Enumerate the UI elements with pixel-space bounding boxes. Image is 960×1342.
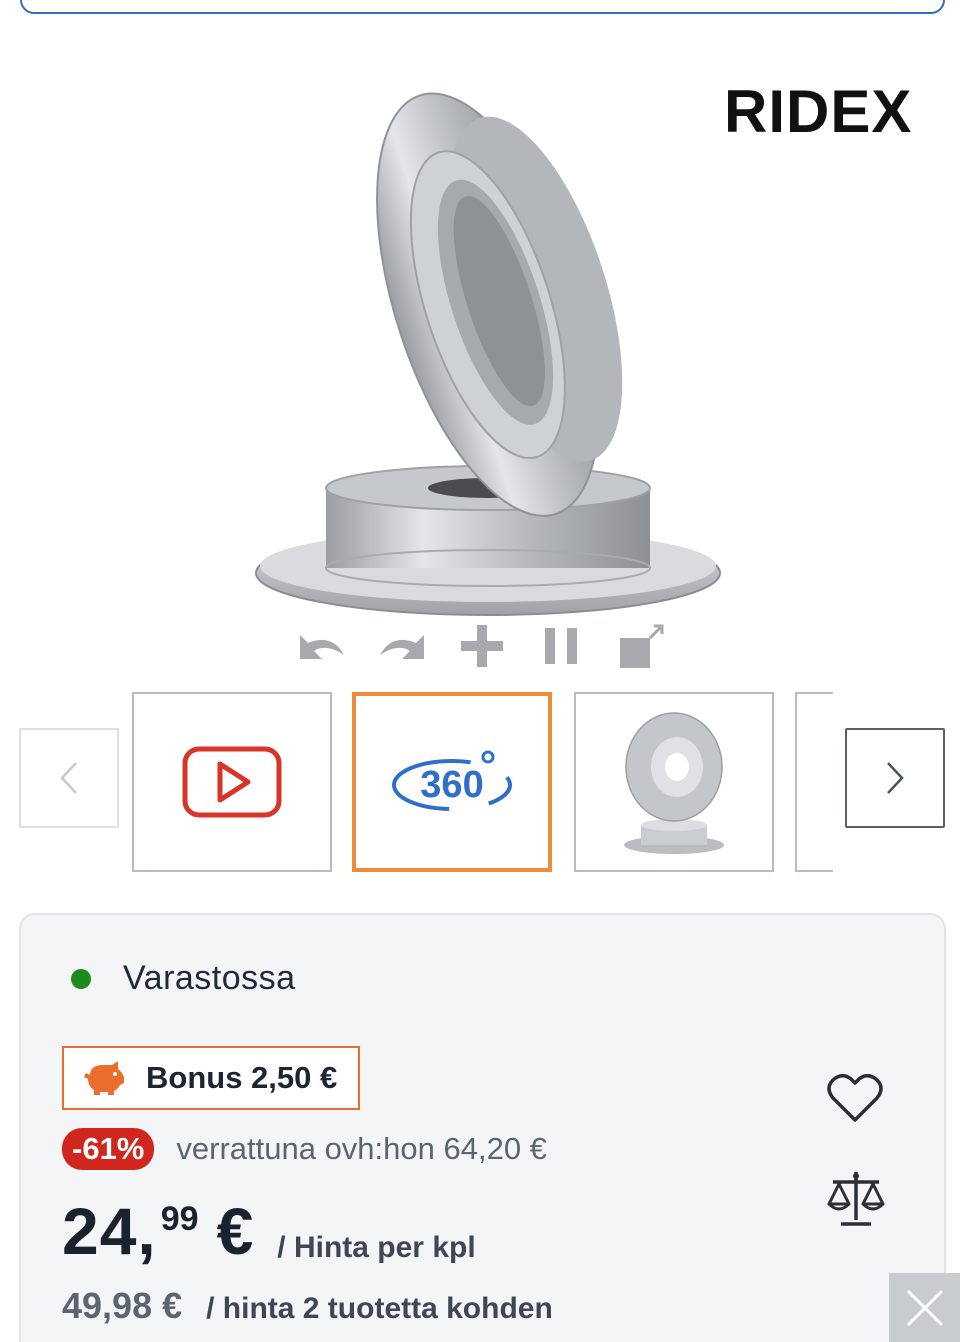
availability: Varastossa: [71, 959, 296, 998]
total-price-label: / hinta 2 tuotetta kohden: [206, 1292, 553, 1325]
availability-status: Varastossa: [123, 959, 296, 997]
close-button[interactable]: [889, 1273, 960, 1342]
in-stock-dot-icon: [71, 968, 91, 989]
brand-logo-text: RIDEX: [724, 80, 912, 138]
price-currency: €: [216, 1194, 254, 1268]
fullscreen-icon[interactable]: [602, 619, 682, 673]
discount-row: -61% verrattuna ovh:hon 64,20 €: [62, 1128, 547, 1170]
brake-disc-image: [255, 92, 721, 616]
360-label: 360: [420, 764, 483, 806]
rotate-left-icon[interactable]: [282, 619, 362, 673]
chevron-left-icon: [60, 762, 77, 794]
pause-icon[interactable]: [522, 619, 602, 673]
wishlist-button[interactable]: [825, 1070, 885, 1126]
chevron-right-icon: [887, 762, 904, 794]
total-price: 49,98 €: [62, 1285, 183, 1326]
zoom-in-icon[interactable]: [442, 619, 522, 673]
price-unit-label: / Hinta per kpl: [277, 1231, 476, 1264]
thumbnails-prev-button[interactable]: [19, 728, 119, 828]
video-thumbnail[interactable]: [132, 692, 332, 872]
rotate-right-icon[interactable]: [362, 619, 442, 673]
brake-disc-thumbnail-image: [624, 712, 724, 854]
price-cents: 99: [160, 1200, 199, 1238]
piggy-bank-icon: [84, 1061, 124, 1095]
compare-button[interactable]: [825, 1168, 887, 1228]
total-price-row: 49,98 € / hinta 2 tuotetta kohden: [62, 1285, 553, 1327]
unit-price: 24, 99 € / Hinta per kpl: [62, 1195, 476, 1267]
purchase-panel: Varastossa Bonus 2,50 € -61% verrattuna …: [19, 913, 946, 1342]
product-image-viewer[interactable]: RIDEX: [0, 30, 960, 680]
close-icon: [906, 1289, 943, 1326]
price-integer: 24,: [62, 1194, 157, 1268]
brand-logo: RIDEX: [724, 80, 912, 138]
search-bar-edge[interactable]: [20, 0, 945, 14]
play-icon: [182, 746, 282, 818]
heart-icon: [827, 1074, 883, 1122]
thumbnails-next-button[interactable]: [845, 728, 945, 828]
scales-icon: [827, 1172, 885, 1226]
disc-photo-thumbnail[interactable]: [574, 692, 774, 872]
bonus-badge[interactable]: Bonus 2,50 €: [62, 1046, 360, 1110]
viewer-controls: [282, 616, 682, 676]
thumbnail-strip: 360: [0, 692, 960, 874]
next-thumbnail-partial[interactable]: [795, 692, 833, 872]
bonus-label: Bonus 2,50 €: [146, 1060, 338, 1095]
compare-price-text: verrattuna ovh:hon 64,20 €: [176, 1131, 547, 1166]
360-icon: 360: [392, 750, 512, 811]
discount-badge: -61%: [62, 1128, 155, 1170]
360-view-thumbnail[interactable]: 360: [352, 692, 552, 872]
